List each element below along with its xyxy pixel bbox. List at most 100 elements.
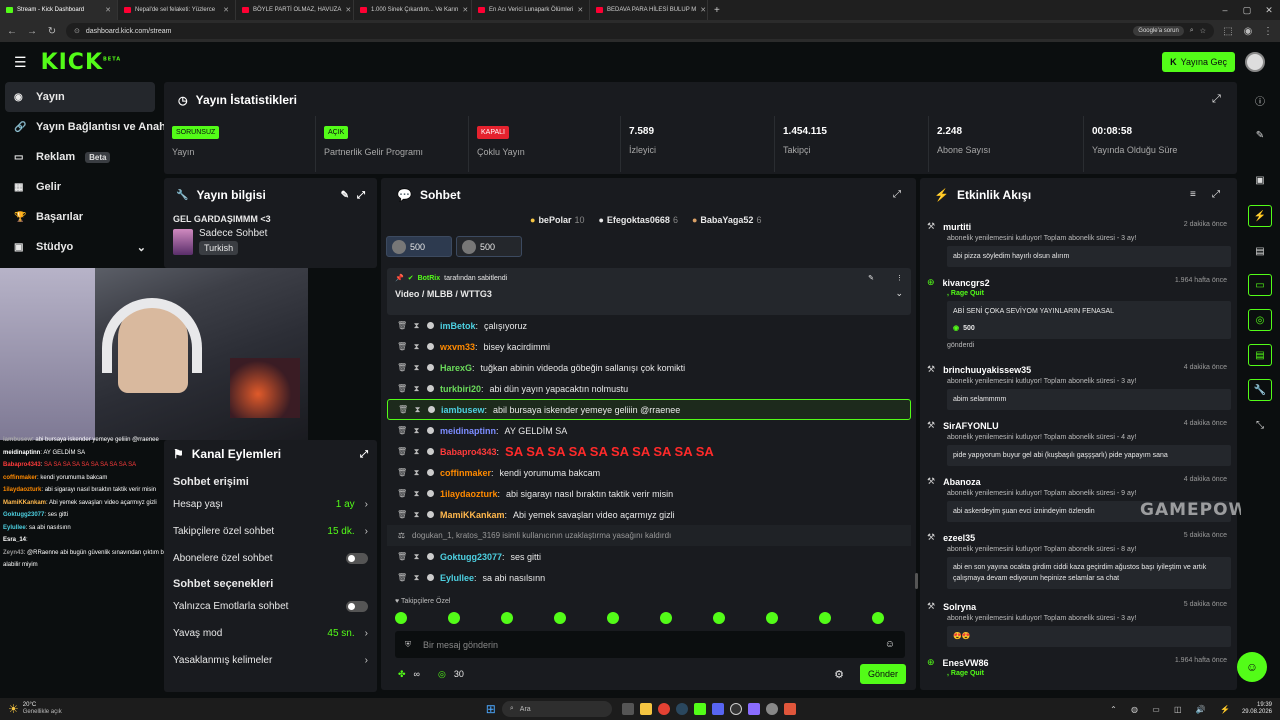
close-window-icon[interactable]: ✕ [1258, 5, 1280, 16]
pinned-message[interactable]: 📌 ✔ BotRix tarafından sabitlendi ✎ ⋮ Video /… [387, 268, 911, 315]
chat-message[interactable]: 🗑 ⧗ Eylullee: sa abi nasılsınn [387, 567, 911, 588]
delete-icon[interactable]: 🗑 [398, 405, 408, 414]
chat-username[interactable]: iambusew [441, 405, 485, 415]
chat-username[interactable]: meidinaptinn [440, 426, 496, 436]
extensions-icon[interactable]: ⬚ [1222, 26, 1234, 37]
expand-icon[interactable]: ⤢ [893, 189, 901, 200]
unpin-icon[interactable]: ✎ [868, 274, 874, 282]
close-tab-icon[interactable]: ✕ [700, 6, 706, 14]
task-view-icon[interactable] [621, 703, 634, 715]
reload-icon[interactable]: ↻ [46, 26, 58, 37]
chat-username[interactable]: turkbiri20 [440, 384, 481, 394]
discord-icon[interactable] [711, 703, 724, 715]
start-icon[interactable]: ⊞ [486, 702, 496, 716]
expand-icon[interactable]: ⤢ [1212, 93, 1221, 106]
url-field[interactable]: ⊙ dashboard.kick.com/stream Google'a sor… [66, 23, 1214, 39]
event-username[interactable]: Solryna [943, 602, 976, 612]
timeout-icon[interactable]: ⧗ [412, 426, 421, 436]
chat-message[interactable]: 🗑 ⧗ coffinmaker: kendi yorumuma bakcam [387, 462, 911, 483]
top-gifter[interactable]: ● bePolar 10 [530, 215, 584, 225]
tray-icons[interactable]: ⌃ ◍ ▭ ◫ 🔊 ⚡ [1110, 705, 1236, 714]
chat-username[interactable]: Eylullee [440, 573, 474, 583]
event-username[interactable]: Abanoza [943, 477, 981, 487]
chat-username[interactable]: coffinmaker [440, 468, 491, 478]
profile-icon[interactable]: ◉ [1242, 26, 1254, 37]
timeout-icon[interactable]: ⧗ [412, 363, 421, 373]
timeout-icon[interactable]: ⧗ [412, 447, 421, 457]
emote-icon[interactable] [713, 612, 725, 624]
delete-icon[interactable]: 🗑 [397, 321, 407, 330]
setting-row[interactable]: Yalnızca Emotlarla sohbet [173, 593, 368, 620]
setting-row[interactable]: Hesap yaşı 1 ay › [173, 491, 368, 518]
app-grid-icon[interactable] [747, 703, 760, 715]
browser-tab[interactable]: BÖYLE PARTİ OLMAZ, HAVUZA ✕ [236, 0, 354, 20]
close-tab-icon[interactable]: ✕ [105, 6, 111, 14]
forward-icon[interactable]: → [26, 26, 38, 37]
close-tab-icon[interactable]: ✕ [223, 6, 229, 14]
sidebar-item[interactable]: ◉ Yayın [5, 82, 155, 112]
emote-icon[interactable] [819, 612, 831, 624]
emote-icon[interactable] [554, 612, 566, 624]
timeout-icon[interactable]: ⧗ [412, 321, 421, 331]
timeout-icon[interactable]: ⧗ [412, 342, 421, 352]
more-options-icon[interactable]: ⋮ [896, 274, 903, 282]
bookmark-star-icon[interactable]: ☆ [1200, 27, 1206, 35]
sub-gift-chip[interactable]: 500 [386, 236, 452, 257]
browser-tab[interactable]: En Acı Verici Lunapark Ölümleri ✕ [472, 0, 590, 20]
toggle-switch[interactable] [346, 553, 368, 564]
settings-icon[interactable] [765, 703, 778, 715]
timeout-icon[interactable]: ⧗ [412, 510, 421, 520]
file-explorer-icon[interactable] [639, 703, 652, 715]
points-icon[interactable]: ◎ [438, 669, 446, 680]
chevron-right-icon[interactable]: › [365, 655, 368, 666]
event-username[interactable]: ezeel35 [943, 533, 975, 543]
collapse-icon[interactable]: ⤡ [1248, 414, 1272, 436]
delete-icon[interactable]: 🗑 [397, 552, 407, 561]
delete-icon[interactable]: 🗑 [397, 384, 407, 393]
delete-icon[interactable]: 🗑 [397, 510, 407, 519]
setting-row[interactable]: Yasaklanmış kelimeler › [173, 647, 368, 674]
expand-icon[interactable]: ⤢ [1212, 189, 1220, 200]
taskbar-search[interactable]: ⌕ Ara [501, 701, 612, 717]
chat-message[interactable]: 🗑 ⧗ wxvm33: bisey kacirdimmi [387, 336, 911, 357]
event-username[interactable]: murtiti [943, 222, 971, 232]
site-info-icon[interactable]: ⊙ [74, 27, 80, 35]
google-ask-button[interactable]: Google'a sorun [1133, 26, 1184, 36]
top-gifter[interactable]: ● Efegoktas0668 6 [598, 215, 678, 225]
hamburger-menu-icon[interactable]: ☰ [14, 54, 27, 71]
event-username[interactable]: SirAFYONLU [943, 421, 999, 431]
chat-username[interactable]: 1ilaydaozturk [440, 489, 498, 499]
new-tab-icon[interactable]: + [714, 5, 720, 16]
chevron-down-icon[interactable]: ⌄ [137, 241, 146, 254]
delete-icon[interactable]: 🗑 [397, 468, 407, 477]
setting-row[interactable]: Takipçilere özel sohbet 15 dk. › [173, 518, 368, 545]
emote-icon[interactable] [501, 612, 513, 624]
emote-icon[interactable] [872, 612, 884, 624]
sub-gift-chip[interactable]: 500 [456, 236, 522, 257]
delete-icon[interactable]: 🗑 [397, 447, 407, 456]
steam-icon[interactable] [675, 703, 688, 715]
close-tab-icon[interactable]: ✕ [462, 6, 468, 14]
sidebar-item[interactable]: ▦ Gelir [0, 172, 160, 202]
chat-message[interactable]: 🗑 ⧗ HarexG: tuğkan abinin videoda göbeğin s… [387, 357, 911, 378]
app-icon[interactable] [783, 703, 796, 715]
send-button[interactable]: Gönder [859, 664, 906, 684]
expand-icon[interactable]: ⤢ [360, 449, 368, 460]
sidebar-item[interactable]: 🏆 Başarılar [0, 202, 160, 232]
emote-icon[interactable] [660, 612, 672, 624]
top-gifter[interactable]: ● BabaYaga52 6 [692, 215, 762, 225]
delete-icon[interactable]: 🗑 [397, 363, 407, 372]
delete-icon[interactable]: 🗑 [397, 426, 407, 435]
info-icon[interactable]: ⓘ [1248, 89, 1272, 111]
chat-icon[interactable]: ▭ [1248, 274, 1272, 296]
minimize-icon[interactable]: – [1214, 5, 1236, 16]
wrench-icon[interactable]: 🔧 [1248, 379, 1272, 401]
edit-icon[interactable]: ✎ [341, 190, 349, 201]
timeout-icon[interactable]: ⧗ [412, 552, 421, 562]
save-icon[interactable]: ▤ [1248, 344, 1272, 366]
chrome-icon[interactable] [657, 703, 670, 715]
weather-icon[interactable]: ☀ [8, 702, 19, 716]
setting-row[interactable]: Yavaş mod 45 sn. › [173, 620, 368, 647]
chevron-right-icon[interactable]: › [365, 526, 368, 537]
chat-message[interactable]: 🗑 ⧗ imBetok: çalışıyoruz [387, 315, 911, 336]
